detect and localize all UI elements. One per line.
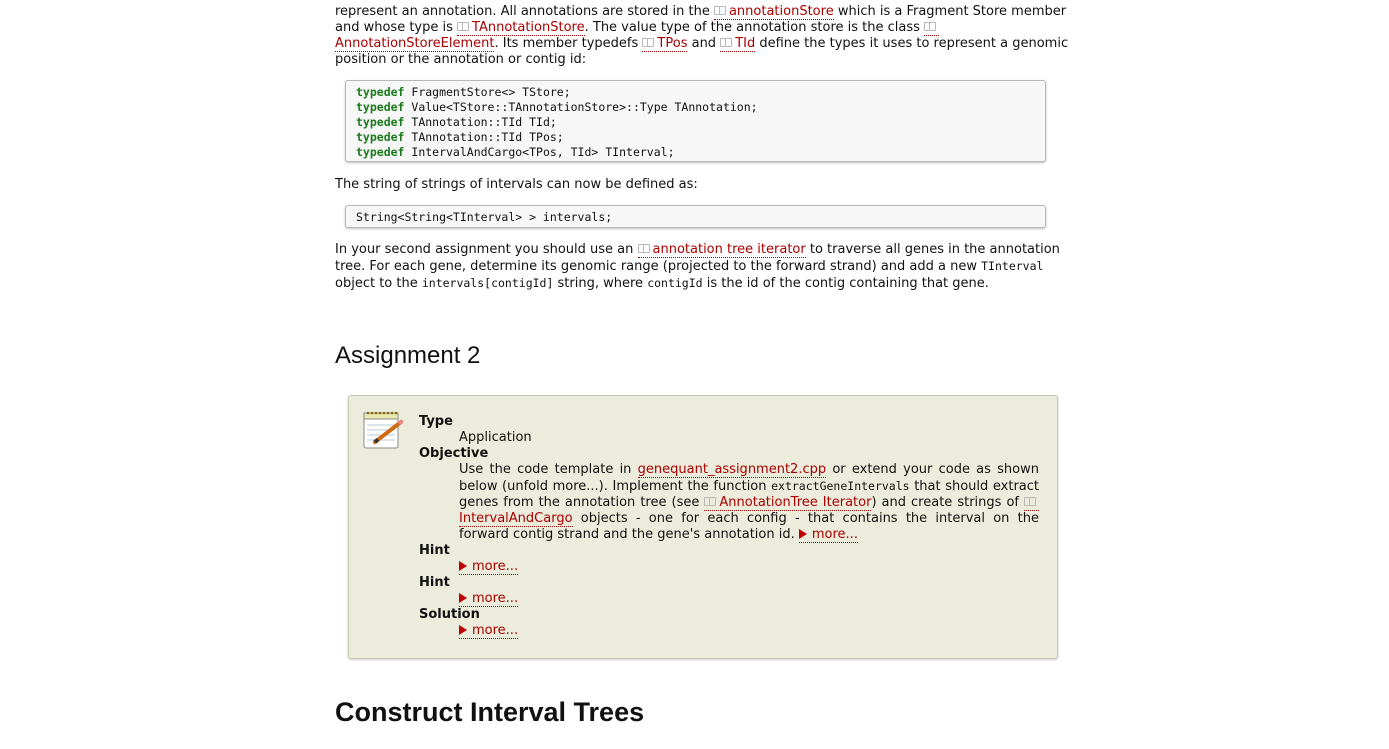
assignment-box: Type Application Objective Use the code …	[348, 395, 1058, 659]
assignment-details: Type Application Objective Use the code …	[419, 414, 1040, 639]
code-line: typedef TAnnotation::TId TId;	[356, 115, 557, 129]
inline-code: contigId	[647, 276, 703, 290]
book-icon	[924, 22, 937, 31]
intro-paragraph: represent an annotation. All annotations…	[335, 4, 1070, 68]
code-block-intervals: String<String<TInterval> > intervals;	[345, 205, 1046, 228]
solution-label: Solution	[419, 607, 480, 622]
expand-triangle-icon	[459, 561, 467, 571]
book-icon	[713, 6, 726, 15]
type-value: Application	[459, 430, 532, 445]
strings-paragraph: The string of strings of intervals can n…	[335, 177, 698, 192]
hint2-more-toggle[interactable]: more...	[459, 591, 519, 607]
expand-triangle-icon	[459, 625, 467, 635]
link-TAnnotationStore[interactable]: TAnnotationStore	[457, 20, 585, 36]
type-label: Type	[419, 414, 453, 429]
objective-text: Use the code template in genequant_assig…	[459, 462, 1040, 543]
text: represent an annotation. All annotations…	[335, 4, 714, 19]
book-icon	[457, 22, 470, 31]
code-line: typedef Value<TStore::TAnnotationStore>:…	[356, 100, 758, 114]
book-icon	[704, 497, 717, 506]
inline-code: intervals[contigId]	[421, 276, 554, 290]
objective-more-toggle[interactable]: more...	[798, 527, 858, 543]
solution-more: more...	[419, 623, 1039, 639]
text: and	[687, 36, 721, 51]
book-icon	[637, 244, 650, 253]
link-TId[interactable]: TId	[720, 36, 756, 52]
book-icon	[1024, 497, 1037, 506]
assignment-intro-paragraph: In your second assignment you should use…	[335, 242, 1060, 291]
solution-more-toggle[interactable]: more...	[459, 623, 519, 639]
code-line: typedef TAnnotation::TId TPos;	[356, 130, 564, 144]
link-annotationStore[interactable]: annotationStore	[713, 4, 834, 20]
section-heading: Construct Interval Trees	[335, 697, 645, 727]
hint1-more-toggle[interactable]: more...	[459, 559, 519, 575]
hint-more: more...	[419, 591, 1039, 607]
inline-code: TInterval	[981, 259, 1044, 273]
link-genequant-assignment2[interactable]: genequant_assignment2.cpp	[637, 462, 827, 478]
inline-code: extractGeneIntervals	[771, 479, 910, 493]
book-icon	[642, 38, 655, 47]
link-annotation-tree-iterator[interactable]: annotation tree iterator	[637, 242, 806, 258]
link-TPos[interactable]: TPos	[642, 36, 688, 52]
expand-triangle-icon	[459, 593, 467, 603]
objective-label: Objective	[419, 446, 489, 461]
hint-label: Hint	[419, 543, 450, 558]
code-line: String<String<TInterval> > intervals;	[356, 210, 613, 224]
text: . Its member typedefs	[494, 36, 643, 51]
hint-more: more...	[419, 559, 1039, 575]
expand-triangle-icon	[798, 529, 807, 539]
code-line: typedef IntervalAndCargo<TPos, TId> TInt…	[356, 145, 675, 159]
link-annotationtree-iterator[interactable]: AnnotationTree Iterator	[704, 495, 872, 511]
code-block-typedefs: typedef FragmentStore<> TStore; typedef …	[345, 80, 1046, 162]
notepad-icon	[363, 411, 404, 449]
hint-label: Hint	[419, 575, 450, 590]
text: . The value type of the annotation store…	[584, 20, 925, 35]
assignment-heading: Assignment 2	[335, 342, 481, 369]
book-icon	[720, 38, 733, 47]
code-line: typedef FragmentStore<> TStore;	[356, 85, 571, 99]
